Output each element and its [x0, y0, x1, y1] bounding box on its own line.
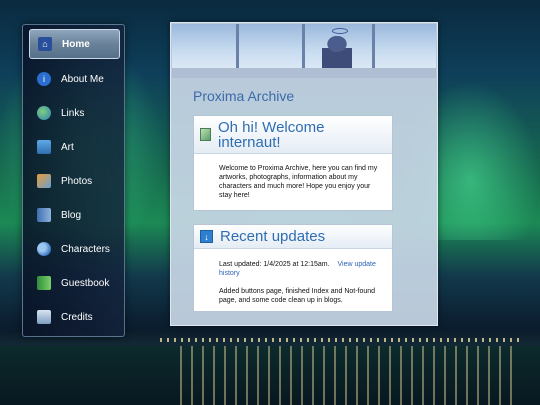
nav-item-art[interactable]: Art [29, 132, 120, 162]
notepad-icon [200, 128, 211, 141]
updates-heading: Recent updates [220, 228, 326, 245]
welcome-card-header: Oh hi! Welcome internaut! [194, 116, 392, 154]
nav-item-photos[interactable]: Photos [29, 166, 120, 196]
info-icon: i [37, 72, 51, 86]
nav-item-characters[interactable]: Characters [29, 234, 120, 264]
city-lights [160, 338, 520, 342]
halo-shape [332, 28, 348, 34]
updates-card-header: ↓ Recent updates [194, 225, 392, 249]
main-panel: Proxima Archive Oh hi! Welcome internaut… [170, 22, 438, 326]
nav-label: Photos [61, 175, 93, 187]
book-icon [37, 208, 51, 222]
nav-item-about-me[interactable]: i About Me [29, 64, 120, 94]
nav-label: Blog [61, 209, 82, 221]
last-updated-text: Last updated: 1/4/2025 at 12:15am. [219, 261, 330, 268]
nav-item-links[interactable]: Links [29, 98, 120, 128]
window-sill [172, 68, 436, 78]
water-reflection [0, 346, 540, 405]
monitor-icon [37, 140, 51, 154]
welcome-heading: Oh hi! Welcome internaut! [218, 118, 325, 151]
nav-label: Home [62, 38, 90, 50]
update-note: Added buttons page, finished Index and N… [219, 288, 376, 304]
nav-label: Art [61, 141, 74, 153]
nav-label: Links [61, 107, 85, 119]
welcome-card: Oh hi! Welcome internaut! Welcome to Pro… [193, 115, 393, 211]
updates-body: Last updated: 1/4/2025 at 12:15am. View … [194, 249, 392, 305]
nav-label: Credits [61, 311, 93, 323]
globe-icon [37, 106, 51, 120]
welcome-text: Welcome to Proxima Archive, here you can… [219, 165, 378, 199]
nav-item-home[interactable]: ⌂ Home [29, 29, 120, 59]
header-banner [172, 24, 436, 78]
home-icon: ⌂ [38, 37, 52, 51]
nav-label: Characters [61, 243, 110, 255]
nav-label: About Me [61, 73, 104, 85]
photos-icon [37, 174, 51, 188]
nav-item-credits[interactable]: Credits [29, 302, 120, 332]
users-icon [37, 242, 51, 256]
nav-item-blog[interactable]: Blog [29, 200, 120, 230]
nav-label: Guestbook [61, 277, 110, 289]
download-arrow-icon: ↓ [200, 230, 213, 243]
sidebar-nav: ⌂ Home i About Me Links Art Photos Blog … [22, 24, 125, 337]
guestbook-icon [37, 276, 51, 290]
site-title: Proxima Archive [193, 88, 295, 104]
credits-icon [37, 310, 51, 324]
nav-item-guestbook[interactable]: Guestbook [29, 268, 120, 298]
updates-card: ↓ Recent updates Last updated: 1/4/2025 … [193, 224, 393, 312]
